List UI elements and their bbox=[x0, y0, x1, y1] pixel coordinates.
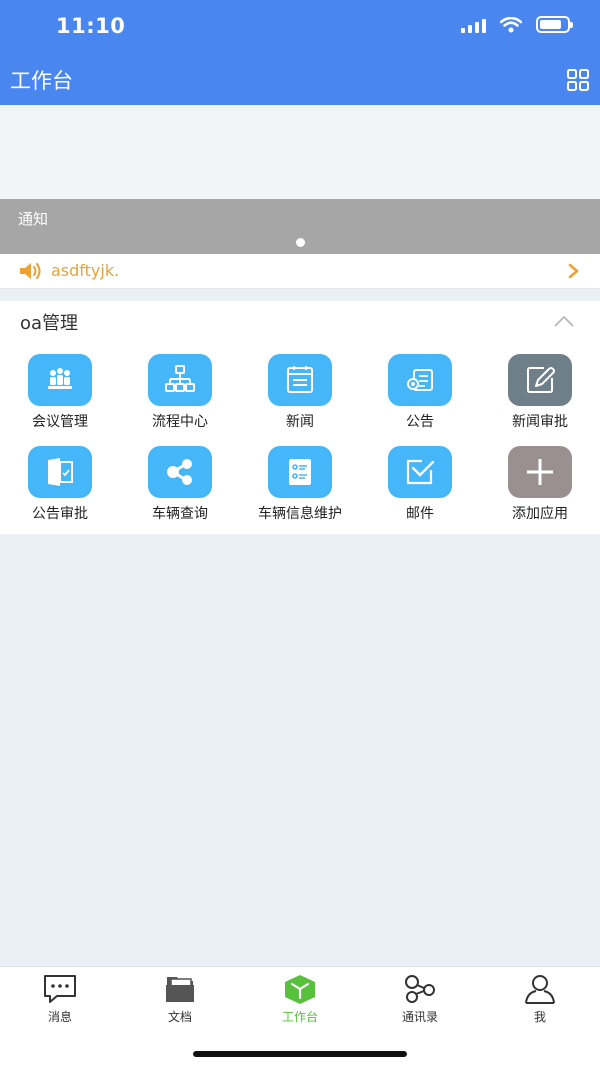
app-label: 车辆信息维护 bbox=[258, 506, 342, 522]
tab-label: 消息 bbox=[47, 1010, 72, 1024]
marquee-text: asdftyjk. bbox=[51, 261, 120, 280]
status-bar: 11:10 bbox=[0, 0, 600, 55]
banner-caption[interactable]: 通知 bbox=[0, 199, 600, 254]
app-announcement[interactable]: 公告 bbox=[360, 354, 480, 431]
app-label: 添加应用 bbox=[512, 506, 568, 522]
grid-icon[interactable] bbox=[566, 68, 590, 92]
notice-label: 通知 bbox=[18, 210, 49, 228]
tab-label: 文档 bbox=[167, 1010, 192, 1024]
app-icon-bg bbox=[28, 354, 92, 406]
notice-marquee[interactable]: asdftyjk. bbox=[0, 254, 600, 289]
chevron-up-icon[interactable] bbox=[554, 315, 574, 327]
chat-icon bbox=[44, 975, 76, 1003]
announcement-icon bbox=[407, 369, 433, 391]
list-icon bbox=[289, 459, 311, 485]
flowchart-icon bbox=[165, 365, 195, 392]
plus-icon bbox=[527, 459, 553, 485]
edit-icon bbox=[527, 367, 555, 393]
app-news[interactable]: 新闻 bbox=[240, 354, 360, 431]
app-icon-bg bbox=[268, 354, 332, 406]
mail-icon bbox=[406, 459, 435, 485]
app-icon-bg bbox=[508, 354, 572, 406]
status-icons bbox=[461, 16, 573, 33]
share-nodes-icon bbox=[167, 459, 192, 485]
app-label: 邮件 bbox=[406, 506, 434, 522]
oa-panel: oa管理 会议管理 流程中心 新闻 公告 新闻审批 公告审批 车辆查询 车辆信息… bbox=[0, 301, 600, 534]
app-label: 会议管理 bbox=[32, 414, 88, 430]
app-label: 车辆查询 bbox=[152, 506, 208, 522]
app-icon-bg bbox=[148, 446, 212, 498]
chevron-right-icon[interactable] bbox=[568, 263, 580, 279]
app-icon-bg bbox=[388, 354, 452, 406]
banner-carousel[interactable] bbox=[0, 105, 600, 199]
app-icon-bg bbox=[508, 446, 572, 498]
app-announcement-approval[interactable]: 公告审批 bbox=[0, 446, 120, 523]
tab-documents[interactable]: 文档 bbox=[120, 973, 240, 1025]
tab-contacts[interactable]: 通讯录 bbox=[360, 973, 480, 1025]
app-process-center[interactable]: 流程中心 bbox=[120, 354, 240, 431]
news-icon bbox=[287, 366, 313, 393]
approval-icon bbox=[48, 458, 73, 486]
app-label: 新闻 bbox=[286, 414, 314, 430]
folder-icon bbox=[166, 977, 194, 1002]
battery-icon bbox=[536, 16, 573, 33]
tab-label: 通讯录 bbox=[401, 1010, 438, 1024]
home-indicator[interactable] bbox=[193, 1051, 407, 1057]
app-icon-bg bbox=[268, 446, 332, 498]
app-mail[interactable]: 邮件 bbox=[360, 446, 480, 523]
cube-icon bbox=[285, 975, 315, 1004]
nav-bar: 工作台 bbox=[0, 55, 600, 105]
wifi-icon bbox=[500, 16, 522, 32]
tab-me[interactable]: 我 bbox=[480, 973, 600, 1025]
app-add[interactable]: 添加应用 bbox=[480, 446, 600, 523]
app-label: 新闻审批 bbox=[512, 414, 568, 430]
tab-workbench[interactable]: 工作台 bbox=[240, 973, 360, 1025]
status-time: 11:10 bbox=[56, 14, 126, 38]
contacts-icon bbox=[405, 975, 435, 1003]
carousel-dot[interactable] bbox=[296, 238, 305, 247]
tab-label: 工作台 bbox=[281, 1010, 318, 1024]
app-icon-bg bbox=[388, 446, 452, 498]
tab-label: 我 bbox=[533, 1010, 546, 1024]
signal-icon bbox=[461, 17, 486, 33]
app-icon-bg bbox=[28, 446, 92, 498]
app-icon-bg bbox=[148, 354, 212, 406]
app-vehicle-query[interactable]: 车辆查询 bbox=[120, 446, 240, 523]
speaker-icon bbox=[20, 263, 41, 279]
section-title: oa管理 bbox=[20, 313, 79, 334]
user-icon bbox=[525, 975, 555, 1004]
meeting-icon bbox=[48, 368, 72, 389]
app-vehicle-info-maintenance[interactable]: 车辆信息维护 bbox=[240, 446, 360, 523]
page-title: 工作台 bbox=[10, 69, 73, 93]
app-label: 公告 bbox=[406, 414, 434, 430]
app-meeting-management[interactable]: 会议管理 bbox=[0, 354, 120, 431]
tab-messages[interactable]: 消息 bbox=[0, 973, 120, 1025]
app-label: 流程中心 bbox=[152, 414, 208, 430]
app-news-approval[interactable]: 新闻审批 bbox=[480, 354, 600, 431]
app-label: 公告审批 bbox=[32, 506, 88, 522]
